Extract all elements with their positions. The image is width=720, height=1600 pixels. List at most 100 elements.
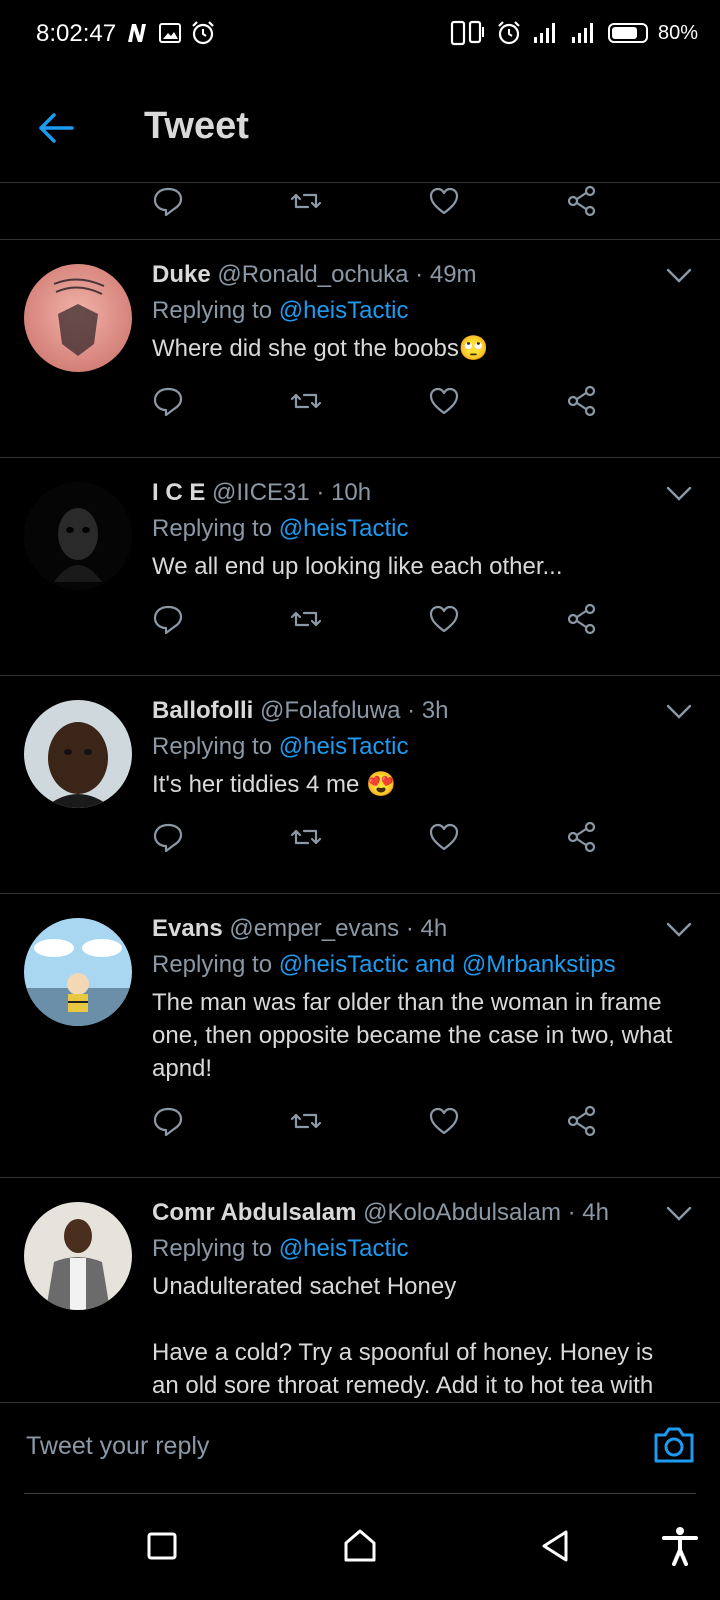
avatar[interactable]	[24, 918, 132, 1026]
display-name[interactable]: Duke	[152, 261, 211, 288]
retweet-icon[interactable]	[290, 385, 322, 417]
like-icon[interactable]	[428, 1105, 460, 1137]
back-arrow-icon[interactable]	[36, 108, 76, 148]
reply-icon[interactable]	[152, 603, 184, 635]
replying-prefix: Replying to	[152, 297, 279, 324]
battery-icon	[607, 23, 648, 43]
tweet-actions	[0, 801, 720, 893]
chevron-down-icon[interactable]	[666, 1206, 692, 1222]
tweet-card[interactable]: I C E @IICE31 · 10h Replying to @heisTac…	[0, 458, 720, 676]
n-icon	[128, 24, 146, 42]
tweet-header: I C E @IICE31 · 10h	[152, 476, 684, 510]
retweet-icon[interactable]	[290, 1105, 322, 1137]
mention-link[interactable]: @heisTactic	[279, 515, 409, 542]
mention-link[interactable]: @heisTactic	[279, 1235, 409, 1262]
tweet-text: Where did she got the boobs🙄	[152, 335, 489, 362]
status-bar: 8:02:47 80%	[0, 0, 720, 72]
app-bar: Tweet	[0, 72, 720, 183]
reply-icon[interactable]	[152, 385, 184, 417]
tweet-card[interactable]: Duke @Ronald_ochuka · 49m Replying to @h…	[0, 240, 720, 458]
avatar[interactable]	[24, 482, 132, 590]
tweet-card[interactable]: Ballofolli @Folafoluwa · 3h Replying to …	[0, 676, 720, 894]
retweet-icon[interactable]	[290, 821, 322, 853]
tweet-body: I C E @IICE31 · 10h Replying to @heisTac…	[152, 476, 684, 583]
like-icon[interactable]	[428, 185, 460, 217]
chevron-down-icon[interactable]	[666, 268, 692, 284]
page-title: Tweet	[144, 105, 249, 147]
share-icon[interactable]	[566, 603, 598, 635]
mention-link[interactable]: @heisTactic and @Mrbankstips	[279, 951, 616, 978]
share-icon[interactable]	[566, 821, 598, 853]
share-icon[interactable]	[566, 385, 598, 417]
reply-bar	[0, 1402, 720, 1494]
retweet-icon[interactable]	[290, 603, 322, 635]
handle-time: @KoloAbdulsalam · 4h	[363, 1199, 609, 1226]
share-icon[interactable]	[566, 1105, 598, 1137]
tweet-actions	[0, 365, 720, 457]
tweet-body: Comr Abdulsalam @KoloAbdulsalam · 4h Rep…	[152, 1196, 684, 1402]
replying-prefix: Replying to	[152, 515, 279, 542]
accessibility-icon[interactable]	[660, 1526, 700, 1566]
replying-to: Replying to @heisTactic and @Mrbankstips	[152, 946, 684, 984]
reply-input[interactable]	[24, 1425, 588, 1467]
avatar[interactable]	[24, 700, 132, 808]
alarm-icon	[498, 21, 520, 45]
signal-icon	[571, 23, 593, 43]
camera-icon[interactable]	[652, 1425, 696, 1465]
tweet-text: It's her tiddies 4 me 😍	[152, 771, 396, 798]
vibrate-icon	[450, 20, 484, 46]
avatar[interactable]	[24, 264, 132, 372]
status-right-icons: 80%	[450, 20, 698, 46]
tweet-body: Ballofolli @Folafoluwa · 3h Replying to …	[152, 694, 684, 801]
replying-to: Replying to @heisTactic	[152, 728, 684, 766]
replying-to: Replying to @heisTactic	[152, 510, 684, 548]
mention-link[interactable]: @heisTactic	[279, 733, 409, 760]
battery-percent: 80%	[657, 21, 698, 44]
tweet-body: Evans @emper_evans · 4h Replying to @hei…	[152, 912, 684, 1085]
tweet-text: Unadulterated sachet Honey Have a cold? …	[152, 1273, 654, 1399]
handle-time: @emper_evans · 4h	[229, 915, 448, 942]
reply-icon[interactable]	[152, 821, 184, 853]
display-name[interactable]: Ballofolli	[152, 697, 253, 724]
tweet-header: Duke @Ronald_ochuka · 49m	[152, 258, 684, 292]
share-icon[interactable]	[566, 185, 598, 217]
tweet-body: Duke @Ronald_ochuka · 49m Replying to @h…	[152, 258, 684, 365]
chevron-down-icon[interactable]	[666, 486, 692, 502]
like-icon[interactable]	[428, 385, 460, 417]
like-icon[interactable]	[428, 603, 460, 635]
tweet-actions	[0, 183, 720, 240]
tweet-actions	[0, 1085, 720, 1177]
handle-time: @IICE31 · 10h	[212, 479, 372, 506]
status-time: 8:02:47	[36, 20, 117, 47]
replying-to: Replying to @heisTactic	[152, 1230, 684, 1268]
like-icon[interactable]	[428, 821, 460, 853]
tweet-card[interactable]: Evans @emper_evans · 4h Replying to @hei…	[0, 894, 720, 1178]
signal-icon	[533, 23, 555, 43]
display-name[interactable]: Comr Abdulsalam	[152, 1199, 356, 1226]
square-recents-icon[interactable]	[142, 1526, 182, 1566]
reply-icon[interactable]	[152, 1105, 184, 1137]
chevron-down-icon[interactable]	[666, 704, 692, 720]
replying-to: Replying to @heisTactic	[152, 292, 684, 330]
avatar[interactable]	[24, 1202, 132, 1310]
retweet-icon[interactable]	[290, 185, 322, 217]
reply-feed[interactable]: Duke @Ronald_ochuka · 49m Replying to @h…	[0, 183, 720, 1402]
handle-time: @Folafoluwa · 3h	[260, 697, 449, 724]
display-name[interactable]: Evans	[152, 915, 223, 942]
display-name[interactable]: I C E	[152, 479, 205, 506]
back-triangle-icon[interactable]	[536, 1526, 576, 1566]
home-icon[interactable]	[340, 1526, 380, 1566]
tweet-text: We all end up looking like each other...	[152, 553, 563, 580]
tweet-header: Ballofolli @Folafoluwa · 3h	[152, 694, 684, 728]
handle-time: @Ronald_ochuka · 49m	[217, 261, 477, 288]
chevron-down-icon[interactable]	[666, 922, 692, 938]
replying-prefix: Replying to	[152, 1235, 279, 1262]
system-nav-bar	[0, 1492, 720, 1600]
status-left-icons	[124, 20, 216, 46]
reply-icon[interactable]	[152, 185, 184, 217]
replying-prefix: Replying to	[152, 733, 279, 760]
tweet-header: Evans @emper_evans · 4h	[152, 912, 684, 946]
image-icon	[159, 23, 181, 43]
tweet-card[interactable]: Comr Abdulsalam @KoloAbdulsalam · 4h Rep…	[0, 1178, 720, 1402]
mention-link[interactable]: @heisTactic	[279, 297, 409, 324]
